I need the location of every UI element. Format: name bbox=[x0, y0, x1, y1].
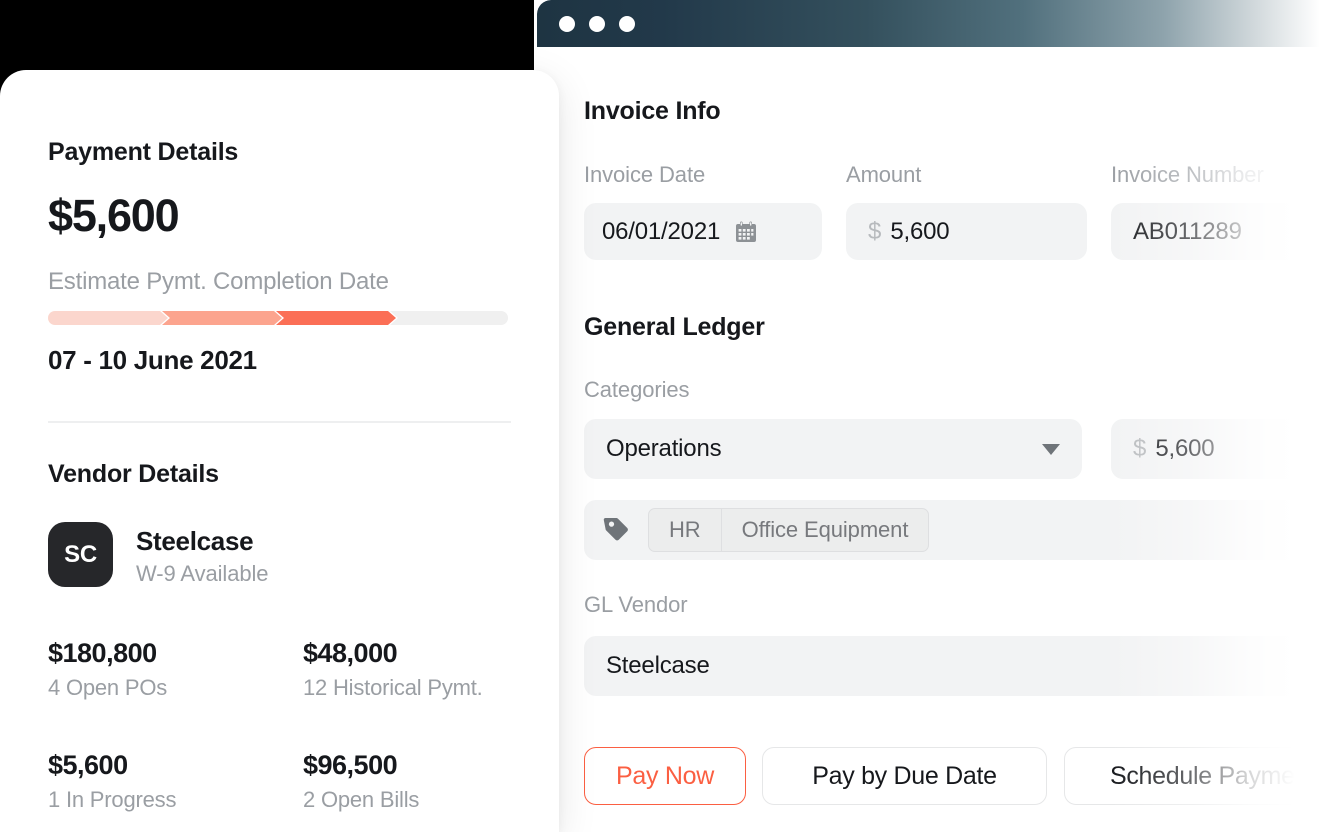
amount-currency-prefix: $ bbox=[868, 217, 882, 245]
general-ledger-heading: General Ledger bbox=[584, 313, 765, 341]
close-icon[interactable] bbox=[559, 15, 575, 32]
vendor-w9-status: W-9 Available bbox=[136, 561, 269, 586]
amount-value: 5,600 bbox=[890, 217, 950, 245]
tag-pill-group: HR Office Equipment bbox=[648, 508, 930, 552]
gl-amount-input[interactable]: $ 5,600 bbox=[1111, 419, 1320, 479]
stat-open-pos-label: 4 Open POs bbox=[48, 675, 168, 700]
pay-by-due-date-button[interactable]: Pay by Due Date bbox=[762, 747, 1047, 805]
invoice-number-value: AB011289 bbox=[1133, 217, 1242, 245]
pay-now-button[interactable]: Pay Now bbox=[584, 747, 746, 805]
invoice-date-value: 06/01/2021 bbox=[602, 217, 721, 245]
estimate-completion-label: Estimate Pymt. Completion Date bbox=[48, 268, 389, 295]
invoice-date-input[interactable]: 06/01/2021 bbox=[584, 203, 822, 260]
gl-amount-value: 5,600 bbox=[1155, 435, 1215, 462]
vendor-avatar: SC bbox=[48, 522, 113, 587]
stat-historical-pymt-label: 12 Historical Pymt. bbox=[303, 675, 483, 700]
tags-row: HR Office Equipment bbox=[584, 500, 1320, 560]
progress-segment-3 bbox=[276, 311, 396, 325]
vendor-details-heading: Vendor Details bbox=[48, 460, 219, 488]
vendor-identity: Steelcase W-9 Available bbox=[136, 526, 269, 587]
stat-in-progress-value: $5,600 bbox=[48, 750, 128, 780]
categories-select[interactable]: Operations bbox=[584, 419, 1082, 479]
window-controls bbox=[559, 15, 635, 32]
tag-hr[interactable]: HR bbox=[649, 509, 721, 551]
minimize-icon[interactable] bbox=[589, 15, 605, 32]
stat-open-bills-label: 2 Open Bills bbox=[303, 787, 420, 812]
stat-historical-pymt-value: $48,000 bbox=[303, 638, 398, 668]
invoice-info-heading: Invoice Info bbox=[584, 97, 721, 125]
maximize-icon[interactable] bbox=[619, 15, 635, 32]
stat-open-pos-value: $180,800 bbox=[48, 638, 157, 668]
payment-amount: $5,600 bbox=[48, 190, 180, 241]
payment-details-card: Payment Details $5,600 Estimate Pymt. Co… bbox=[0, 70, 559, 832]
stat-open-pos: $180,800 4 Open POs bbox=[48, 638, 167, 701]
progress-segment-4 bbox=[390, 311, 508, 325]
progress-segment-1 bbox=[48, 311, 168, 325]
invoice-number-label: Invoice Number bbox=[1111, 162, 1264, 187]
stat-open-bills-value: $96,500 bbox=[303, 750, 398, 780]
estimate-completion-date: 07 - 10 June 2021 bbox=[48, 345, 257, 375]
payment-details-heading: Payment Details bbox=[48, 138, 239, 166]
stat-open-bills: $96,500 2 Open Bills bbox=[303, 750, 419, 813]
card-divider bbox=[48, 421, 511, 423]
gl-amount-currency-prefix: $ bbox=[1133, 435, 1147, 462]
browser-window: Invoice Info Invoice Date 06/01/2021 Amo… bbox=[537, 0, 1320, 832]
gl-vendor-label: GL Vendor bbox=[584, 592, 688, 617]
amount-input[interactable]: $ 5,600 bbox=[846, 203, 1087, 260]
invoice-number-input[interactable]: AB011289 bbox=[1111, 203, 1320, 260]
schedule-payment-button[interactable]: Schedule Payment bbox=[1064, 747, 1320, 805]
amount-label: Amount bbox=[846, 162, 922, 187]
stat-historical-pymt: $48,000 12 Historical Pymt. bbox=[303, 638, 483, 701]
vendor-name: Steelcase bbox=[136, 526, 254, 556]
browser-content: Invoice Info Invoice Date 06/01/2021 Amo… bbox=[537, 47, 1320, 832]
categories-selected-value: Operations bbox=[606, 435, 722, 462]
stat-in-progress-label: 1 In Progress bbox=[48, 787, 177, 812]
progress-segment-2 bbox=[162, 311, 282, 325]
chevron-down-icon[interactable] bbox=[1042, 443, 1060, 455]
gl-vendor-input[interactable]: Steelcase bbox=[584, 636, 1320, 696]
stat-in-progress: $5,600 1 In Progress bbox=[48, 750, 176, 813]
invoice-date-label: Invoice Date bbox=[584, 162, 706, 187]
calendar-icon[interactable] bbox=[734, 220, 758, 244]
window-titlebar bbox=[537, 0, 1320, 47]
tag-icon[interactable] bbox=[602, 515, 632, 545]
tag-office-equipment[interactable]: Office Equipment bbox=[720, 509, 929, 551]
payment-progress-bar bbox=[48, 311, 511, 325]
categories-label: Categories bbox=[584, 377, 690, 402]
gl-vendor-value: Steelcase bbox=[606, 652, 710, 679]
